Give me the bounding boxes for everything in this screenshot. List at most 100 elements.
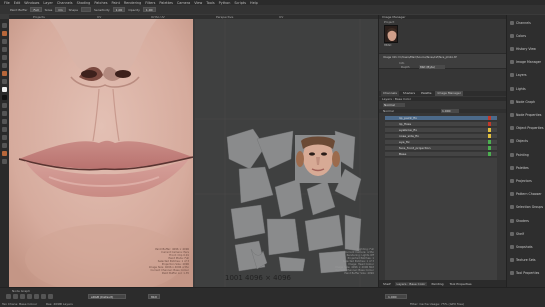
shelf-item-layers[interactable]: Layers [510, 71, 545, 80]
grid-icon[interactable] [41, 294, 46, 299]
image-thumbnail[interactable] [384, 25, 398, 43]
tab-channels[interactable]: Channels [381, 91, 399, 96]
toolbar-field-value[interactable]: 1.00 [142, 7, 156, 12]
camera-icon[interactable] [2, 119, 7, 124]
tab-shelf[interactable]: Shelf [381, 282, 393, 286]
tab-layers-base-color[interactable]: Layers : Base Color [394, 281, 428, 286]
shelf-item-image-manager[interactable]: Image Manager [510, 58, 545, 67]
fill-icon[interactable] [2, 79, 7, 84]
menu-item-rendering[interactable]: Rendering [124, 1, 141, 5]
color-space-dropdown[interactable]: sRGB (Default) [88, 294, 126, 299]
toolbar-field-value[interactable]: On [55, 7, 66, 12]
shelf-item-object-properties[interactable]: Object Properties [510, 124, 545, 133]
menu-item-palettes[interactable]: Palettes [159, 1, 173, 5]
blend-mode-dropdown[interactable]: Normal [383, 103, 405, 107]
tab-tool-properties[interactable]: Tool Properties [448, 282, 474, 286]
info-line: Paint Buffer Lvl: 1.35 [161, 272, 189, 275]
menu-item-patches[interactable]: Patches [94, 1, 107, 5]
menu-item-camera[interactable]: Camera [177, 1, 190, 5]
background-color-swatch[interactable] [2, 95, 7, 100]
zoom-field[interactable]: 1.000 [385, 294, 407, 299]
menu-item-help[interactable]: Help [250, 1, 258, 5]
shelf-item-label: Object Properties [516, 126, 544, 131]
smudge-icon[interactable] [2, 55, 7, 60]
bit-depth-field[interactable]: 8bit [148, 294, 160, 299]
menu-item-paint[interactable]: Paint [112, 1, 120, 5]
layer-row[interactable]: lip_fixes [385, 122, 497, 127]
shelf-item-shelf[interactable]: Shelf [510, 229, 545, 238]
menu-item-filters[interactable]: Filters [145, 1, 155, 5]
image-manager-header: Image Manager [379, 15, 507, 19]
clone-stamp-icon[interactable] [2, 47, 7, 52]
menu-item-layer[interactable]: Layer [43, 1, 52, 5]
transform-icon[interactable] [2, 103, 7, 108]
layer-row[interactable]: lip_paint_fix [385, 116, 497, 121]
shelf-item-colors[interactable]: Colors [510, 31, 545, 40]
shelf-item-palettes[interactable]: Palettes [510, 163, 545, 172]
layer-row[interactable]: eye_fix [385, 140, 497, 145]
shelf-item-painting[interactable]: Painting [510, 150, 545, 159]
menu-item-windows[interactable]: Windows [24, 1, 39, 5]
projector-icon[interactable] [2, 127, 7, 132]
stop-icon[interactable] [13, 294, 18, 299]
shelf-item-projectors[interactable]: Projectors [510, 176, 545, 185]
menu-item-shading[interactable]: Shading [77, 1, 91, 5]
snapshot-icon[interactable] [2, 135, 7, 140]
shelf-item-snapshots[interactable]: Snapshots [510, 242, 545, 251]
tab-image-manager[interactable]: Image Manager [435, 91, 463, 96]
shelf-item-shaders[interactable]: Shaders [510, 216, 545, 225]
layer-row[interactable]: face_front_projection [385, 146, 497, 151]
shelf-item-history-view[interactable]: History View [510, 44, 545, 53]
channels-icon [510, 20, 514, 25]
view-icon[interactable] [48, 294, 53, 299]
menu-item-python[interactable]: Python [219, 1, 231, 5]
shelf-item-label: History View [516, 46, 536, 51]
foreground-color-swatch[interactable] [2, 87, 7, 92]
select-tool-icon[interactable] [2, 23, 7, 28]
depth-dropdown[interactable]: 8bit (Byte) [419, 65, 445, 69]
layers-icon[interactable] [27, 294, 32, 299]
toolbar-field-value[interactable] [81, 7, 92, 12]
shelf-item-tool-properties[interactable]: Tool Properties [510, 269, 545, 278]
shelf-item-lights[interactable]: Lights [510, 84, 545, 93]
node-graph-label[interactable]: Node Graph [12, 289, 30, 293]
blur-icon[interactable] [2, 63, 7, 68]
shelf-item-pattern-chooser[interactable]: Pattern Chooser [510, 190, 545, 199]
shelf-item-node-graph[interactable]: Node Graph [510, 97, 545, 106]
shelf-item-channels[interactable]: Channels [510, 18, 545, 27]
layer-row[interactable]: Base [385, 152, 497, 157]
layer-row[interactable]: eyebrow_fix [385, 128, 497, 133]
toolbar-field-value[interactable]: Full [30, 7, 42, 12]
uv-viewport[interactable]: 1001 4096 × 4096 Lighting: Full Current … [195, 19, 378, 287]
paint-brush-icon[interactable] [2, 31, 7, 36]
tab-palette[interactable]: Palette [419, 91, 433, 96]
menu-item-scripts[interactable]: Scripts [234, 1, 246, 5]
menu-item-tools[interactable]: Tools [206, 1, 214, 5]
paint-buffer-icon[interactable] [2, 159, 7, 164]
toolbar-field-value[interactable]: 1.00 [112, 7, 126, 12]
paint-through-icon[interactable] [2, 71, 7, 76]
shelf-item-node-properties[interactable]: Node Properties [510, 110, 545, 119]
tab-shaders[interactable]: Shaders [401, 91, 417, 96]
lock-icon[interactable] [34, 294, 39, 299]
menu-item-file[interactable]: File [4, 1, 10, 5]
paint-viewport[interactable]: Paint Buffer: 4096 × 4096 Current Camera… [9, 19, 193, 287]
layer-name: lip_paint_fix [399, 116, 417, 120]
texture-icon[interactable] [2, 143, 7, 148]
menu-item-channels[interactable]: Channels [57, 1, 73, 5]
toolbar-field-label: Shape [68, 7, 79, 12]
shelf-item-objects[interactable]: Objects [510, 137, 545, 146]
eraser-icon[interactable] [2, 39, 7, 44]
play-icon[interactable] [6, 294, 11, 299]
record-icon[interactable] [20, 294, 25, 299]
shelf-item-selection-groups[interactable]: Selection Groups [510, 203, 545, 212]
tab-painting[interactable]: Painting [429, 282, 445, 286]
menu-item-edit[interactable]: Edit [14, 1, 21, 5]
menu-item-view[interactable]: View [194, 1, 202, 5]
mask-icon[interactable] [2, 151, 7, 156]
lasso-icon[interactable] [2, 111, 7, 116]
layer-row[interactable]: nose_side_fix [385, 134, 497, 139]
layer-blend-mode[interactable]: Normal [383, 109, 394, 113]
shelf-item-texture-sets[interactable]: Texture Sets [510, 256, 545, 265]
layer-opacity-field[interactable]: 1.000 [441, 109, 459, 113]
